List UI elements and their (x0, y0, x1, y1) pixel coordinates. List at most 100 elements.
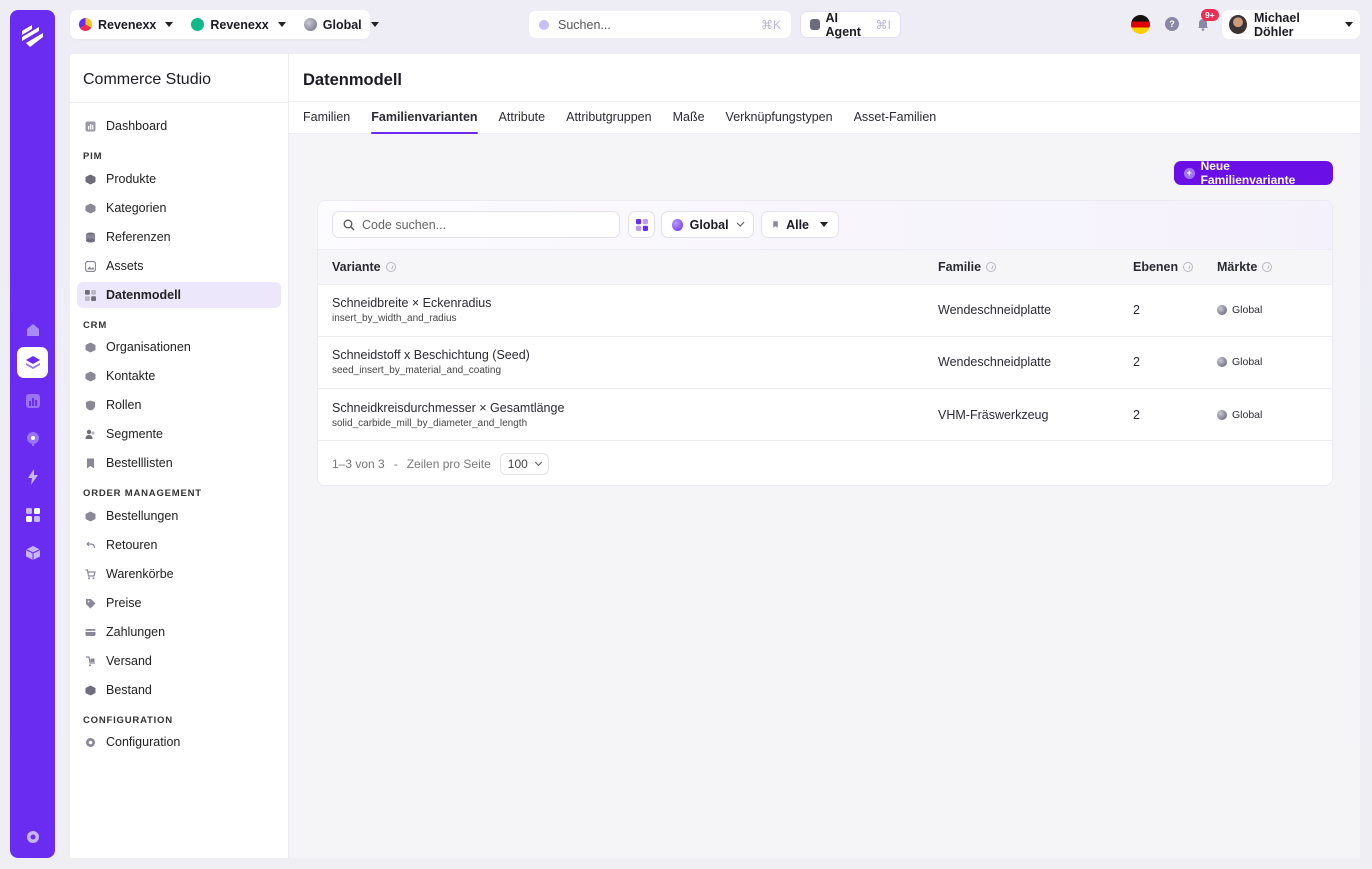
ai-agent-icon (810, 19, 820, 30)
search-icon (343, 219, 355, 230)
category-icon (85, 203, 96, 214)
info-icon (1183, 262, 1194, 272)
tab-asset-familien[interactable]: Asset-Familien (854, 110, 937, 134)
column-header-label: Variante (332, 260, 381, 274)
home-icon[interactable] (17, 314, 48, 345)
tab-masse[interactable]: Maße (673, 110, 705, 134)
help-icon[interactable]: ? (1165, 17, 1179, 31)
nav-item-configuration[interactable]: Configuration (77, 729, 281, 755)
nav-item-versand[interactable]: Versand (77, 648, 281, 674)
org-select-1[interactable]: Revenexx (70, 10, 182, 39)
variants-table-card: Code suchen... Global Alle Variante Fami… (317, 200, 1333, 486)
nav-item-bestand[interactable]: Bestand (77, 677, 281, 703)
grid-view-icon (635, 218, 648, 231)
nav-item-segmente[interactable]: Segmente (77, 421, 281, 447)
divider (289, 101, 1360, 102)
credit-card-icon (85, 627, 96, 638)
variant-name: Schneidbreite × Eckenradius (332, 296, 492, 310)
column-header-label: Ebenen (1133, 260, 1179, 274)
scope-select-label: Global (322, 17, 362, 32)
table-row[interactable]: Schneidkreisdurchmesser × Gesamtlänge so… (318, 389, 1332, 441)
users-icon (85, 429, 96, 440)
nav-item-zahlungen[interactable]: Zahlungen (77, 619, 281, 645)
nav-item-referenzen[interactable]: Referenzen (77, 224, 281, 250)
order-box-icon (85, 511, 96, 522)
nav-item-rollen[interactable]: Rollen (77, 392, 281, 418)
nav-item-kategorien[interactable]: Kategorien (77, 195, 281, 221)
nav-item-label: Referenzen (106, 230, 171, 244)
app-logo-icon[interactable] (19, 22, 46, 49)
layers-icon[interactable] (17, 347, 48, 378)
rows-per-page-value: 100 (507, 457, 528, 471)
column-header-familie[interactable]: Familie (938, 260, 997, 274)
family-cell: Wendeschneidplatte (938, 303, 1052, 317)
table-row[interactable]: Schneidstoff x Beschichtung (Seed) seed_… (318, 337, 1332, 389)
tab-verknuepfungstypen[interactable]: Verknüpfungstypen (726, 110, 833, 134)
nav-item-dashboard[interactable]: Dashboard (77, 113, 281, 139)
analytics-icon[interactable] (17, 385, 48, 416)
info-icon (986, 262, 997, 272)
nav-item-assets[interactable]: Assets (77, 253, 281, 279)
nav-item-produkte[interactable]: Produkte (77, 166, 281, 192)
caret-down-icon (165, 22, 174, 27)
grid-icon (85, 289, 96, 301)
globe-icon (1217, 357, 1227, 367)
nav-item-label: Configuration (106, 735, 181, 749)
nav-item-kontakte[interactable]: Kontakte (77, 363, 281, 389)
nav-item-bestelllisten[interactable]: Bestelllisten (77, 450, 281, 476)
tab-attributgruppen[interactable]: Attributgruppen (566, 110, 651, 134)
nav-section-crm: CRM (83, 320, 108, 331)
box-icon (85, 174, 96, 185)
new-family-variant-button[interactable]: + Neue Familienvariante (1174, 159, 1333, 187)
variant-cell: Schneidkreisdurchmesser × Gesamtlänge so… (332, 401, 564, 429)
nav-item-datenmodell[interactable]: Datenmodell (77, 282, 281, 308)
notifications-badge: 9+ (1201, 9, 1219, 21)
nav-item-warenkoerbe[interactable]: Warenkörbe (77, 561, 281, 587)
inventory-icon (85, 685, 96, 696)
user-name: Michael Döhler (1253, 10, 1300, 39)
code-search-input[interactable]: Code suchen... (332, 211, 620, 238)
nav-item-bestellungen[interactable]: Bestellungen (77, 503, 281, 529)
nav-item-preise[interactable]: Preise (77, 590, 281, 616)
page-header: Datenmodell Familien Familienvarianten A… (289, 54, 1360, 134)
scope-select[interactable]: Global (295, 10, 388, 39)
org-select-2[interactable]: Revenexx (182, 10, 294, 39)
nav-section-order-management: ORDER MANAGEMENT (83, 488, 202, 499)
tab-familienvarianten[interactable]: Familienvarianten (371, 110, 478, 134)
nav-item-label: Organisationen (106, 340, 191, 354)
table-row[interactable]: Schneidbreite × Eckenradius insert_by_wi… (318, 285, 1332, 337)
status-filter-select[interactable]: Alle (761, 211, 839, 238)
location-icon[interactable] (17, 423, 48, 454)
column-header-ebenen[interactable]: Ebenen (1133, 260, 1194, 274)
apps-grid-icon[interactable] (17, 499, 48, 530)
levels-cell: 2 (1133, 408, 1140, 422)
nav-item-label: Bestellungen (106, 509, 179, 523)
nav-item-label: Dashboard (106, 119, 168, 133)
user-menu[interactable]: Michael Döhler (1222, 10, 1360, 39)
variant-cell: Schneidstoff x Beschichtung (Seed) seed_… (332, 348, 530, 376)
lightning-icon[interactable] (17, 461, 48, 492)
levels-cell: 2 (1133, 303, 1140, 317)
global-search-input[interactable]: Suchen... ⌘K (529, 11, 791, 38)
nav-item-label: Zahlungen (106, 625, 166, 639)
nav-item-retouren[interactable]: Retouren (77, 532, 281, 558)
package-icon[interactable] (17, 537, 48, 568)
building-icon (85, 342, 96, 353)
scope-filter-label: Global (689, 217, 729, 232)
nav-item-label: Produkte (106, 172, 157, 186)
nav-item-label: Datenmodell (106, 288, 182, 302)
column-header-maerkte[interactable]: Märkte (1217, 260, 1273, 274)
view-toggle-button[interactable] (628, 211, 655, 238)
ai-agent-button[interactable]: AI Agent ⌘I (800, 11, 901, 39)
tab-familien[interactable]: Familien (303, 110, 350, 134)
settings-gear-icon[interactable] (17, 821, 48, 852)
language-flag-icon[interactable] (1131, 15, 1150, 34)
tab-attribute[interactable]: Attribute (499, 110, 546, 134)
column-header-variante[interactable]: Variante (332, 260, 396, 274)
scope-filter-select[interactable]: Global (661, 211, 754, 238)
contacts-icon (85, 371, 96, 382)
nav-item-organisationen[interactable]: Organisationen (77, 334, 281, 360)
tab-bar: Familien Familienvarianten Attribute Att… (303, 110, 936, 134)
globe-icon (1217, 305, 1227, 315)
rows-per-page-select[interactable]: 100 (499, 453, 549, 475)
